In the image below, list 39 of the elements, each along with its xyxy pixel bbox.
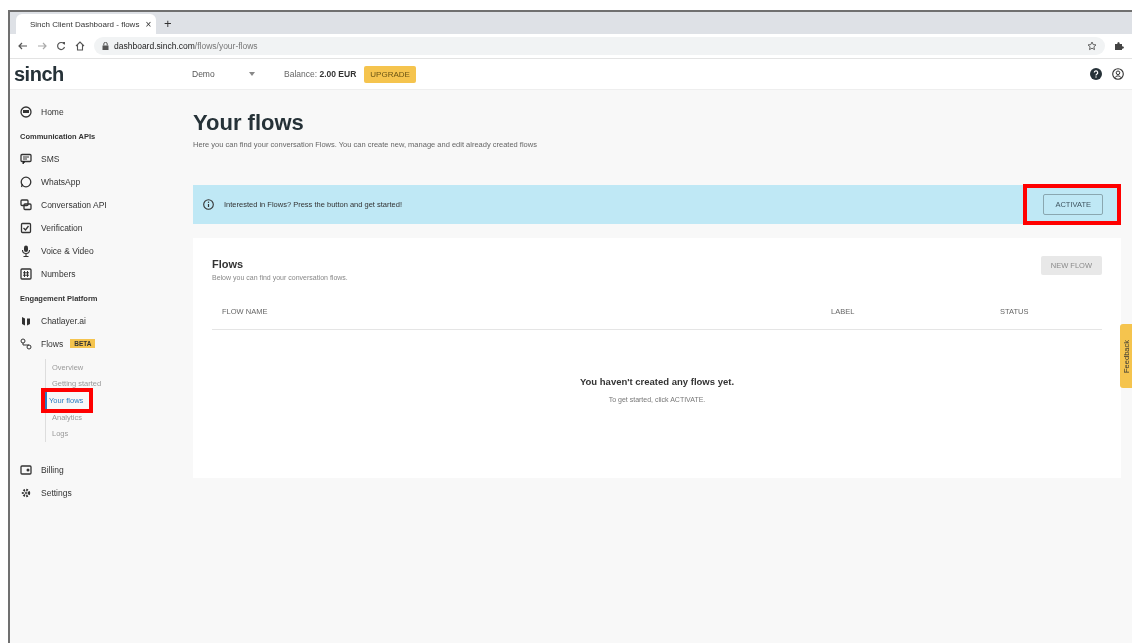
star-icon[interactable] xyxy=(1087,41,1097,51)
info-icon xyxy=(203,199,214,210)
back-icon[interactable] xyxy=(18,41,28,51)
sidebar-item[interactable]: Settings xyxy=(20,481,190,504)
tab-close-button[interactable]: × xyxy=(145,18,152,30)
user-icon[interactable] xyxy=(1112,68,1124,80)
page-title: Your flows xyxy=(193,110,305,136)
empty-state-title: You haven't created any flows yet. xyxy=(578,376,736,387)
nodes-icon xyxy=(20,337,32,350)
sidebar-item[interactable]: Billing xyxy=(20,458,190,481)
sidebar-item[interactable]: SMS xyxy=(20,147,190,170)
balance-text: Balance: 2.00 EUR xyxy=(284,69,357,79)
sidebar-item[interactable]: Numbers xyxy=(20,262,190,285)
checkbox-icon xyxy=(20,221,32,234)
sidebar-item[interactable]: Verification xyxy=(20,216,190,239)
help-icon[interactable] xyxy=(1090,68,1102,80)
account-selector[interactable]: Demo xyxy=(192,69,284,79)
sidebar-item[interactable]: Home xyxy=(20,100,190,123)
home-page-icon[interactable] xyxy=(75,41,85,51)
sidebar-item[interactable]: Chatlayer.ai xyxy=(20,309,190,332)
logo[interactable]: sinch xyxy=(14,62,192,86)
puzzle-icon[interactable] xyxy=(1114,41,1124,51)
sidebar-item[interactable]: Conversation API xyxy=(20,193,190,216)
address-bar[interactable]: dashboard.sinch.com/flows/your-flows xyxy=(94,37,1105,55)
wallet-icon xyxy=(20,463,32,476)
new-tab-button[interactable]: + xyxy=(164,15,172,31)
bars-icon xyxy=(20,314,32,327)
hash-icon xyxy=(20,267,32,280)
card-title: Flows xyxy=(212,258,245,270)
caret-icon xyxy=(248,72,255,76)
lock-icon xyxy=(102,42,109,50)
two-bubbles-icon xyxy=(20,198,32,211)
reload-icon[interactable] xyxy=(56,41,66,51)
sidebar-item[interactable]: WhatsApp xyxy=(20,170,190,193)
upgrade-button[interactable]: UPGRADE xyxy=(364,65,416,83)
sidebar-item[interactable]: Voice & Video xyxy=(20,239,190,262)
microphone-icon xyxy=(20,244,32,257)
chat-bubble-icon xyxy=(20,152,32,165)
browser-tab[interactable]: Sinch Client Dashboard - flows × xyxy=(16,14,156,34)
